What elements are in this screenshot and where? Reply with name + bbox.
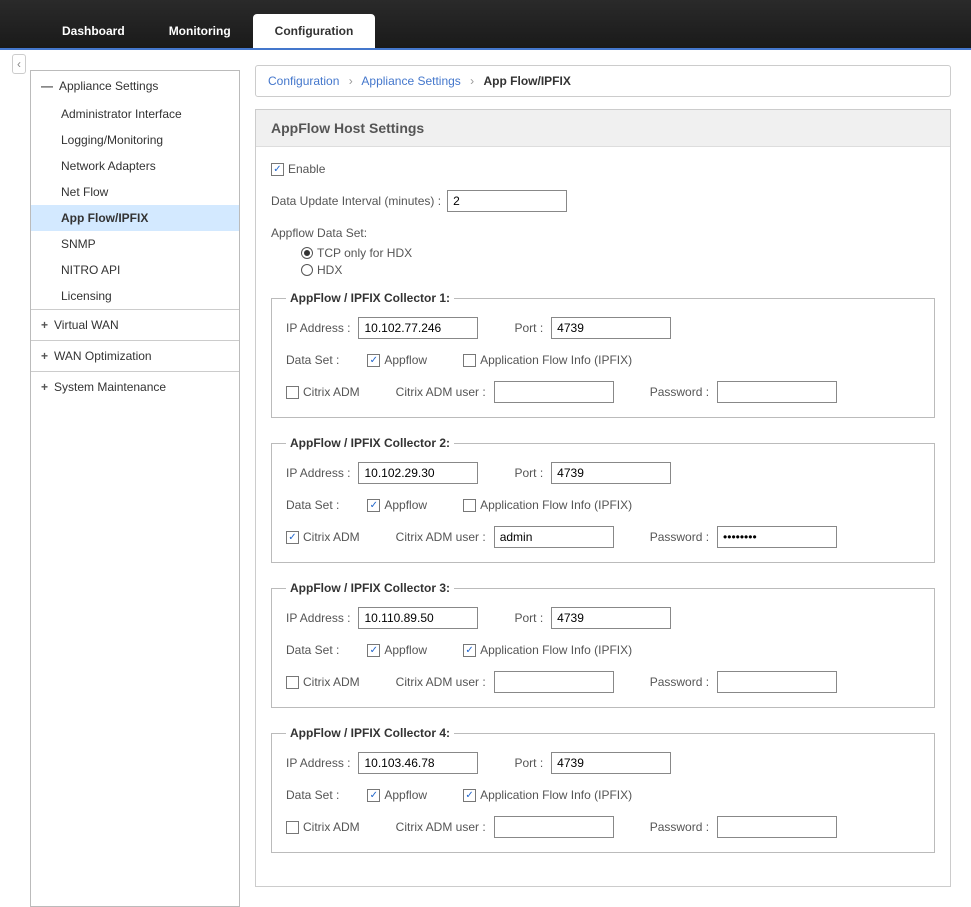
radio-dot-icon — [301, 247, 313, 259]
tab-dashboard[interactable]: Dashboard — [40, 14, 147, 48]
dataset-label: Appflow Data Set: — [271, 226, 367, 240]
tab-configuration[interactable]: Configuration — [253, 14, 376, 48]
password-label: Password : — [650, 820, 709, 834]
collector-4: AppFlow / IPFIX Collector 4: IP Address :… — [271, 726, 935, 853]
sidebar-section-wanopt[interactable]: WAN Optimization — [31, 341, 239, 371]
ip-label: IP Address : — [286, 756, 350, 770]
port-label: Port : — [514, 756, 543, 770]
adm-user-label: Citrix ADM user : — [396, 820, 486, 834]
password-input[interactable] — [717, 816, 837, 838]
enable-label: Enable — [288, 162, 325, 176]
breadcrumb-configuration[interactable]: Configuration — [268, 74, 339, 88]
enable-checkbox[interactable]: ✓ Enable — [271, 162, 325, 176]
citrix-adm-checkbox[interactable]: ✓Citrix ADM — [286, 530, 360, 544]
port-label: Port : — [514, 321, 543, 335]
ip-label: IP Address : — [286, 466, 350, 480]
password-label: Password : — [650, 385, 709, 399]
adm-user-label: Citrix ADM user : — [396, 530, 486, 544]
citrix-adm-checkbox[interactable]: Citrix ADM — [286, 385, 360, 399]
adm-user-label: Citrix ADM user : — [396, 675, 486, 689]
ipfix-checkbox[interactable]: ✓Application Flow Info (IPFIX) — [463, 788, 632, 802]
radio-dot-icon — [301, 264, 313, 276]
tab-monitoring[interactable]: Monitoring — [147, 14, 253, 48]
radio-tcp-hdx[interactable]: TCP only for HDX — [301, 246, 935, 260]
port-input[interactable] — [551, 752, 671, 774]
sidebar-collapse-icon[interactable]: ‹ — [12, 54, 26, 74]
ipfix-checkbox[interactable]: ✓Application Flow Info (IPFIX) — [463, 643, 632, 657]
appflow-checkbox[interactable]: ✓Appflow — [367, 498, 427, 512]
ip-label: IP Address : — [286, 321, 350, 335]
sidebar-item-netflow[interactable]: Net Flow — [31, 179, 239, 205]
sidebar-item-nitro-api[interactable]: NITRO API — [31, 257, 239, 283]
password-input[interactable] — [717, 671, 837, 693]
update-interval-label: Data Update Interval (minutes) : — [271, 194, 441, 208]
port-label: Port : — [514, 466, 543, 480]
chevron-right-icon: › — [470, 74, 474, 88]
top-nav: Dashboard Monitoring Configuration — [0, 0, 971, 50]
dataset-label: Data Set : — [286, 498, 339, 512]
adm-user-input[interactable] — [494, 526, 614, 548]
appflow-panel: AppFlow Host Settings ✓ Enable Data Upda… — [255, 109, 951, 887]
citrix-adm-checkbox[interactable]: Citrix ADM — [286, 675, 360, 689]
collector-1: AppFlow / IPFIX Collector 1: IP Address :… — [271, 291, 935, 418]
appflow-checkbox[interactable]: ✓Appflow — [367, 788, 427, 802]
adm-user-input[interactable] — [494, 381, 614, 403]
password-input[interactable] — [717, 526, 837, 548]
dataset-label: Data Set : — [286, 643, 339, 657]
sidebar-item-network-adapters[interactable]: Network Adapters — [31, 153, 239, 179]
collector-legend: AppFlow / IPFIX Collector 3: — [286, 581, 454, 595]
sidebar-item-licensing[interactable]: Licensing — [31, 283, 239, 309]
adm-user-input[interactable] — [494, 671, 614, 693]
dataset-label: Data Set : — [286, 788, 339, 802]
panel-title: AppFlow Host Settings — [256, 110, 950, 147]
ip-label: IP Address : — [286, 611, 350, 625]
sidebar-section-sysmaint[interactable]: System Maintenance — [31, 372, 239, 402]
password-input[interactable] — [717, 381, 837, 403]
chevron-right-icon: › — [349, 74, 353, 88]
appflow-checkbox[interactable]: ✓Appflow — [367, 643, 427, 657]
breadcrumb-current: App Flow/IPFIX — [484, 74, 571, 88]
port-input[interactable] — [551, 607, 671, 629]
breadcrumb-appliance-settings[interactable]: Appliance Settings — [361, 74, 460, 88]
sidebar-section-appliance[interactable]: Appliance Settings — [31, 71, 239, 101]
port-label: Port : — [514, 611, 543, 625]
main-content: Configuration › Appliance Settings › App… — [240, 50, 971, 907]
collector-legend: AppFlow / IPFIX Collector 4: — [286, 726, 454, 740]
update-interval-input[interactable] — [447, 190, 567, 212]
sidebar-item-appflow[interactable]: App Flow/IPFIX — [31, 205, 239, 231]
sidebar-item-snmp[interactable]: SNMP — [31, 231, 239, 257]
adm-user-input[interactable] — [494, 816, 614, 838]
sidebar-item-admin-interface[interactable]: Administrator Interface — [31, 101, 239, 127]
sidebar-item-logging[interactable]: Logging/Monitoring — [31, 127, 239, 153]
ip-input[interactable] — [358, 317, 478, 339]
ipfix-checkbox[interactable]: Application Flow Info (IPFIX) — [463, 353, 632, 367]
sidebar-section-virtualwan[interactable]: Virtual WAN — [31, 310, 239, 340]
password-label: Password : — [650, 675, 709, 689]
ip-input[interactable] — [358, 607, 478, 629]
adm-user-label: Citrix ADM user : — [396, 385, 486, 399]
radio-hdx[interactable]: HDX — [301, 263, 935, 277]
collector-3: AppFlow / IPFIX Collector 3: IP Address :… — [271, 581, 935, 708]
ip-input[interactable] — [358, 462, 478, 484]
dataset-label: Data Set : — [286, 353, 339, 367]
port-input[interactable] — [551, 317, 671, 339]
collector-legend: AppFlow / IPFIX Collector 1: — [286, 291, 454, 305]
port-input[interactable] — [551, 462, 671, 484]
sidebar: Appliance Settings Administrator Interfa… — [30, 70, 240, 907]
collector-2: AppFlow / IPFIX Collector 2: IP Address :… — [271, 436, 935, 563]
appflow-checkbox[interactable]: ✓Appflow — [367, 353, 427, 367]
collector-legend: AppFlow / IPFIX Collector 2: — [286, 436, 454, 450]
ip-input[interactable] — [358, 752, 478, 774]
citrix-adm-checkbox[interactable]: Citrix ADM — [286, 820, 360, 834]
password-label: Password : — [650, 530, 709, 544]
breadcrumb: Configuration › Appliance Settings › App… — [255, 65, 951, 97]
ipfix-checkbox[interactable]: Application Flow Info (IPFIX) — [463, 498, 632, 512]
